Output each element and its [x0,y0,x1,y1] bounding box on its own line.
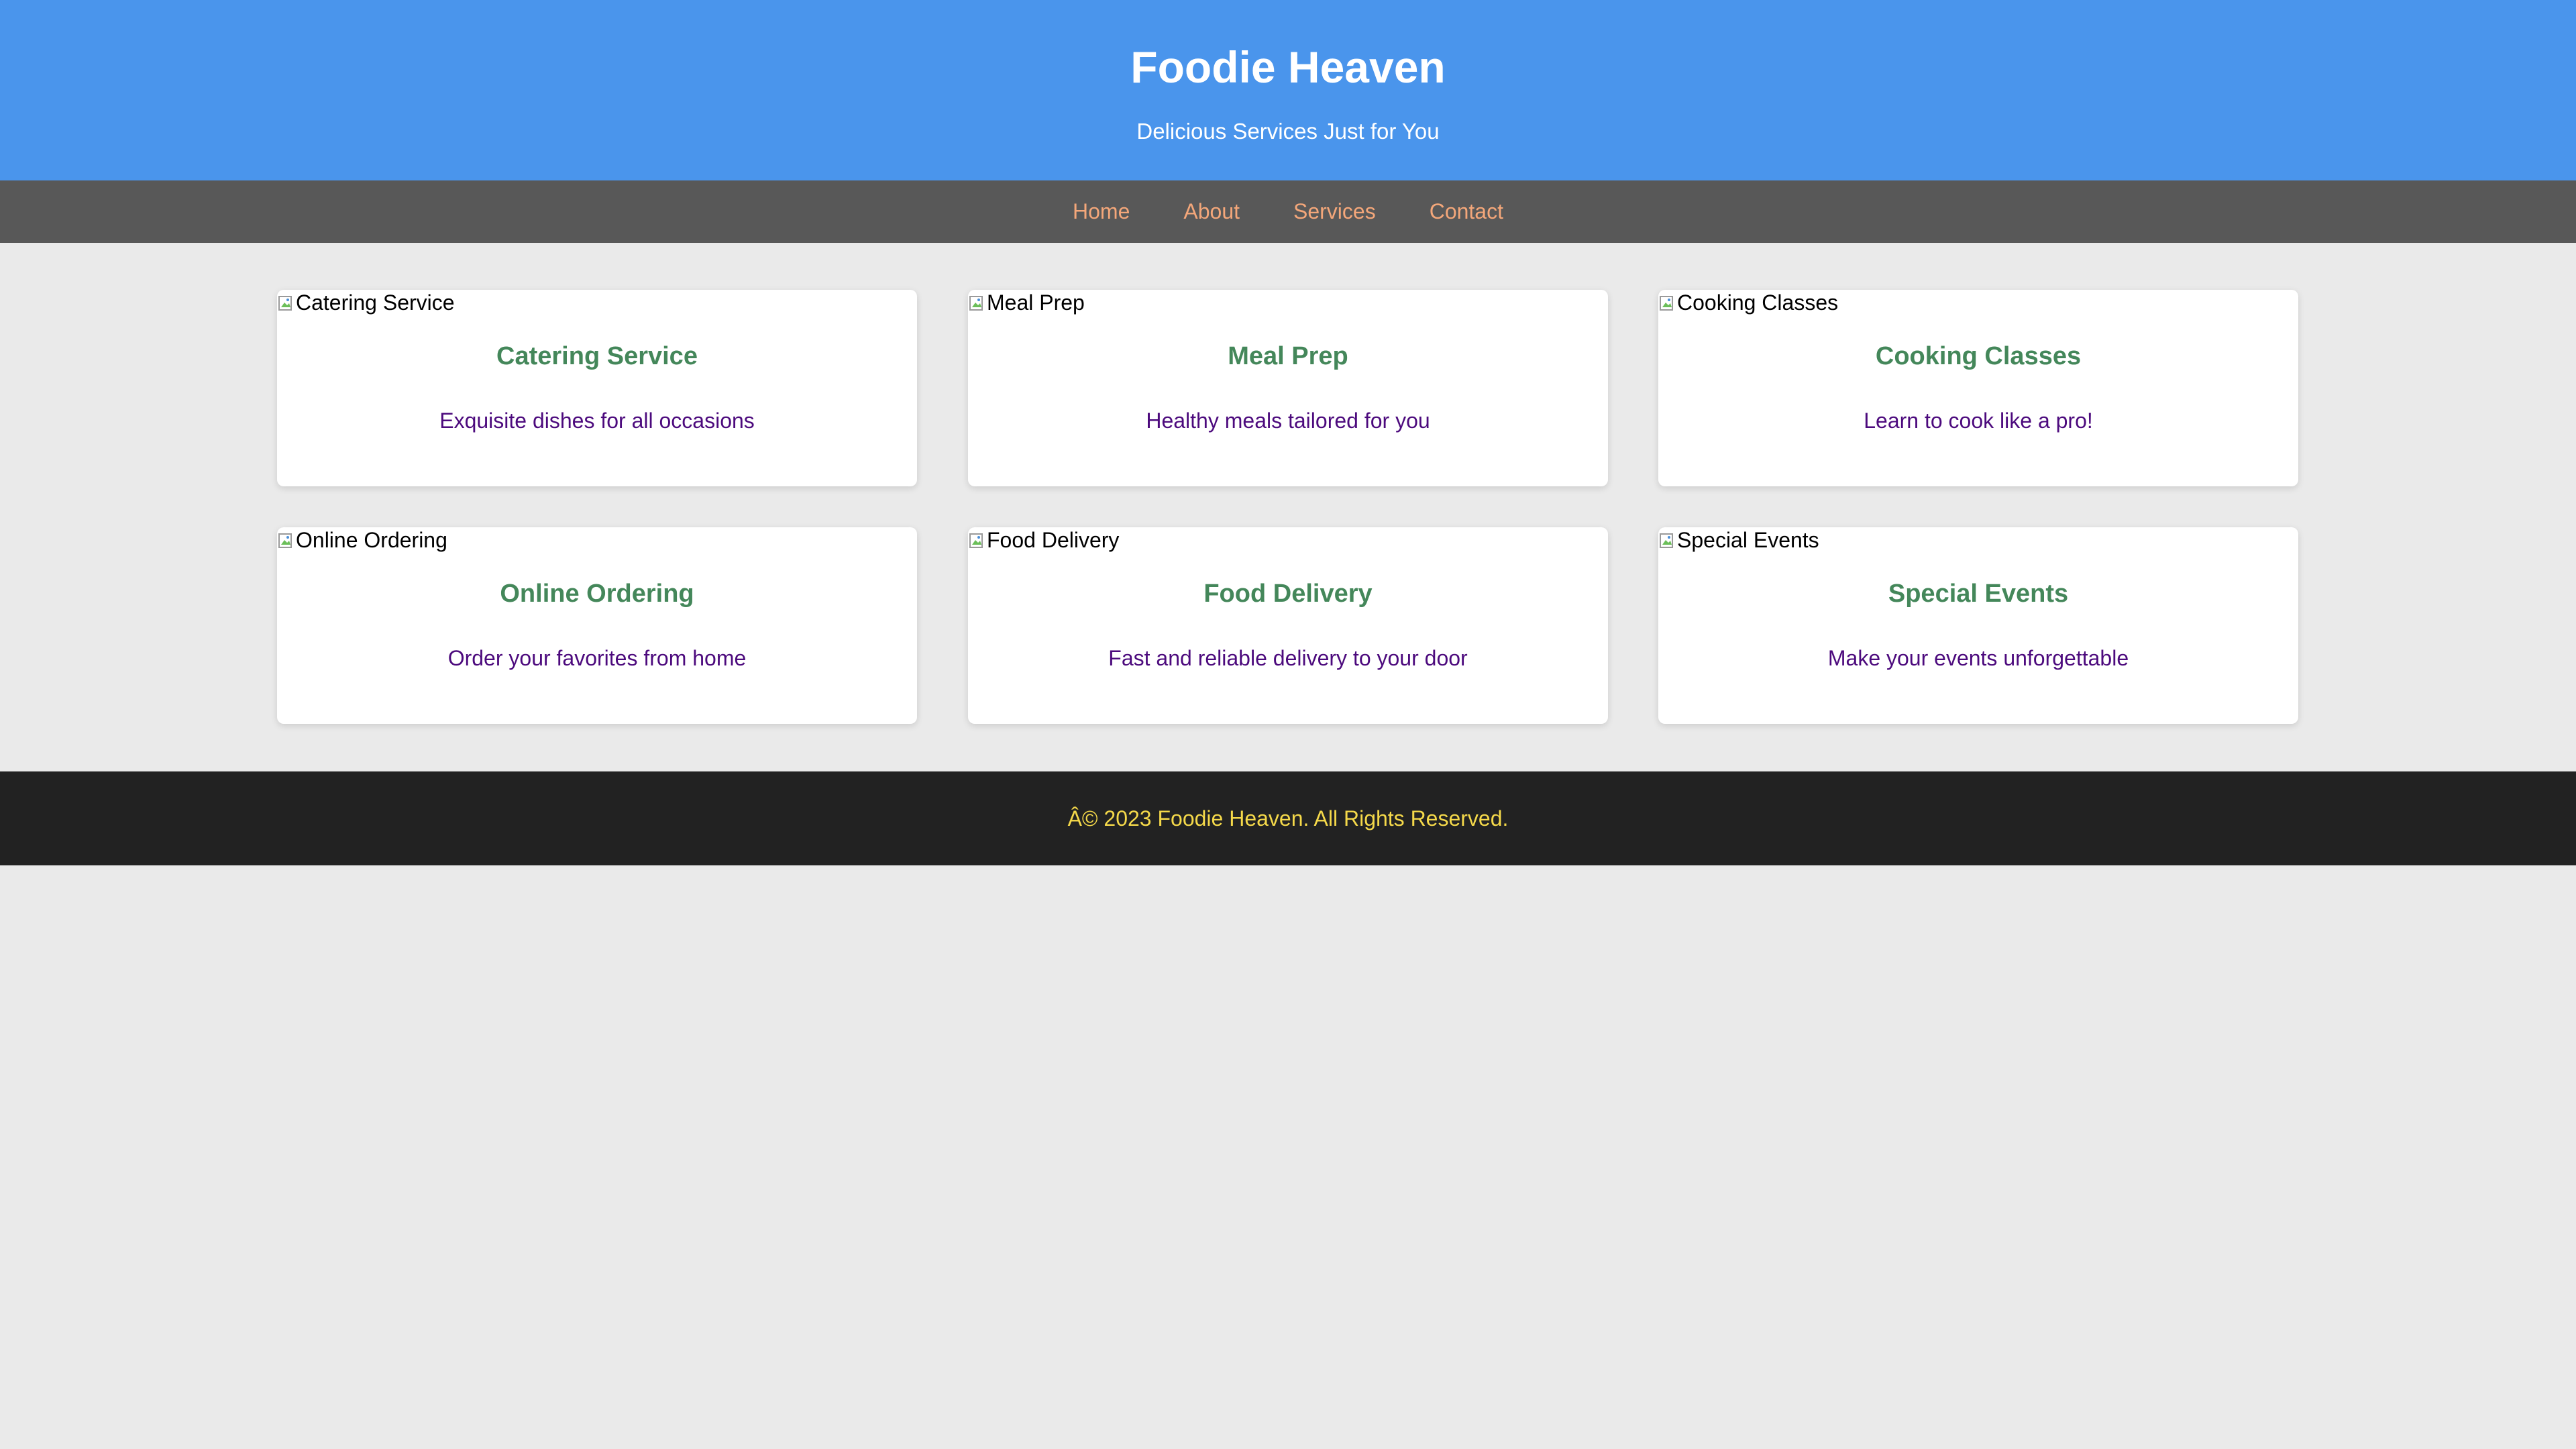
image-alt-text: Cooking Classes [1677,290,1839,315]
service-title: Catering Service [496,342,698,370]
nav-link-contact[interactable]: Contact [1430,199,1503,224]
nav-link-about[interactable]: About [1183,199,1240,224]
service-description: Make your events unforgettable [1827,646,2129,670]
broken-image-icon [1658,530,1676,550]
broken-image-icon [277,292,294,313]
site-footer: Â© 2023 Foodie Heaven. All Rights Reserv… [0,771,2576,865]
nav-link-services[interactable]: Services [1293,199,1376,224]
service-description: Fast and reliable delivery to your door [1108,646,1468,670]
service-image: Special Events [1658,527,1819,553]
services-grid: Catering Service Catering Service Exquis… [0,243,2576,771]
service-title: Cooking Classes [1875,342,2082,370]
service-description: Order your favorites from home [447,646,747,670]
broken-image-icon [1658,292,1676,313]
service-title: Meal Prep [1228,342,1348,370]
service-card-catering: Catering Service Catering Service Exquis… [277,290,917,486]
service-image: Cooking Classes [1658,290,1838,315]
broken-image-icon [968,530,985,550]
service-description: Learn to cook like a pro! [1864,409,2093,433]
site-tagline: Delicious Services Just for You [1136,119,1440,144]
main-nav: Home About Services Contact [0,180,2576,243]
broken-image-icon [277,530,294,550]
service-card-meal-prep: Meal Prep Meal Prep Healthy meals tailor… [968,290,1608,486]
nav-link-home[interactable]: Home [1073,199,1130,224]
service-card-cooking-classes: Cooking Classes Cooking Classes Learn to… [1658,290,2298,486]
service-title: Special Events [1888,580,2069,608]
service-image: Catering Service [277,290,455,315]
service-title: Food Delivery [1203,580,1373,608]
service-image: Online Ordering [277,527,447,553]
service-description: Healthy meals tailored for you [1146,409,1430,433]
service-title: Online Ordering [500,580,694,608]
image-alt-text: Catering Service [296,290,455,315]
service-card-food-delivery: Food Delivery Food Delivery Fast and rel… [968,527,1608,724]
footer-copyright: Â© 2023 Foodie Heaven. All Rights Reserv… [1067,806,1509,830]
service-card-special-events: Special Events Special Events Make your … [1658,527,2298,724]
image-alt-text: Food Delivery [987,528,1120,552]
broken-image-icon [968,292,985,313]
site-title: Foodie Heaven [1130,42,1446,92]
service-image: Food Delivery [968,527,1119,553]
service-image: Meal Prep [968,290,1085,315]
service-description: Exquisite dishes for all occasions [439,409,755,433]
service-card-online-ordering: Online Ordering Online Ordering Order yo… [277,527,917,724]
site-header: Foodie Heaven Delicious Services Just fo… [0,0,2576,180]
image-alt-text: Online Ordering [296,528,447,552]
image-alt-text: Special Events [1677,528,1819,552]
image-alt-text: Meal Prep [987,290,1085,315]
